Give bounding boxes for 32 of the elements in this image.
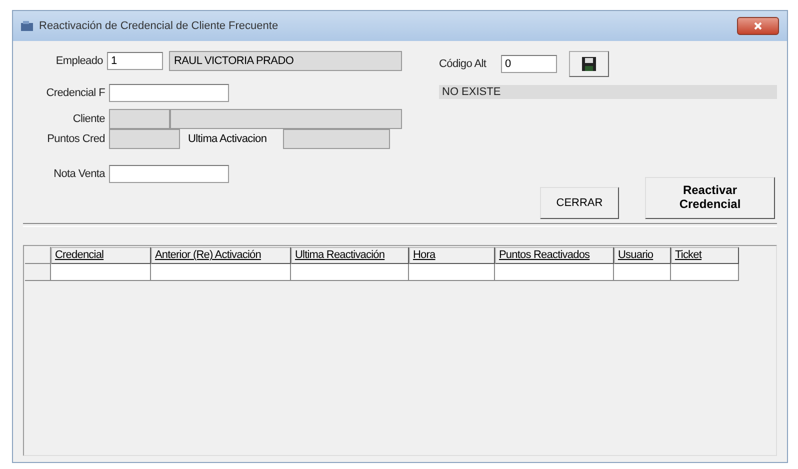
column-header[interactable]: Credencial: [51, 247, 151, 264]
column-header[interactable]: Hora: [409, 247, 495, 264]
column-header[interactable]: Usuario: [614, 247, 671, 264]
credential-field[interactable]: [109, 84, 229, 102]
field-label: Código Alt: [439, 58, 488, 70]
app-icon: [21, 21, 33, 31]
close-form-button[interactable]: CERRAR: [540, 187, 619, 219]
column-header[interactable]: Ultima Reactivación: [291, 247, 409, 264]
sale-note-field[interactable]: [109, 165, 229, 183]
column-header[interactable]: Ticket: [671, 247, 739, 264]
save-button[interactable]: [569, 51, 609, 77]
status-text: NO EXISTE: [439, 85, 777, 99]
table-cell: [614, 264, 671, 281]
row-header[interactable]: [25, 264, 51, 281]
close-button[interactable]: [737, 17, 779, 35]
client-code-field: [109, 109, 170, 129]
field-label: Nota Venta: [52, 168, 106, 180]
field-label: Credencial F: [45, 87, 106, 99]
close-icon: [754, 22, 762, 30]
table-cell: [671, 264, 739, 281]
employee-id-field[interactable]: 1: [107, 52, 163, 70]
field-label: Cliente: [72, 113, 106, 125]
employee-name-field: RAUL VICTORIA PRADO: [169, 51, 402, 71]
field-label: Puntos Cred: [46, 133, 106, 145]
points-field: [109, 129, 180, 149]
reactivate-button[interactable]: Reactivar Credencial: [645, 177, 775, 219]
window-title: Reactivación de Credencial de Cliente Frecuente: [39, 20, 280, 32]
field-label: Ultima Activacion: [187, 133, 268, 145]
alt-code-field[interactable]: 0: [501, 55, 557, 73]
field-label: Empleado: [54, 55, 104, 67]
column-header[interactable]: Anterior (Re) Activación: [151, 247, 291, 264]
column-header[interactable]: Puntos Reactivados: [495, 247, 614, 264]
